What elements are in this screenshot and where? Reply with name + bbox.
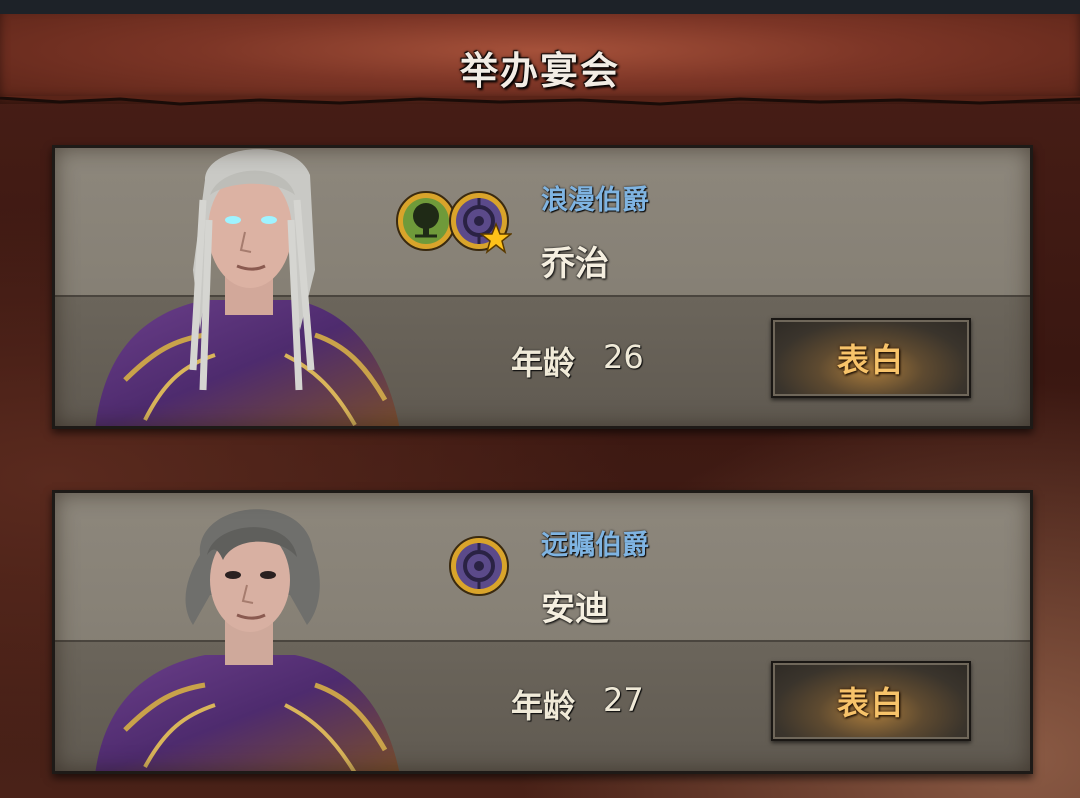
age-value: 27 [603, 681, 644, 719]
top-strip [0, 0, 1080, 14]
confess-button[interactable]: 表白 [771, 661, 971, 741]
banquet-screen: 举办宴会 浪漫伯爵 乔治 年龄 26 表白 远瞩伯爵 安迪 年龄 27 表白 [0, 0, 1080, 798]
suitor-name: 安迪 [541, 589, 609, 629]
star-icon [480, 222, 512, 254]
header-torn-edge [0, 96, 1080, 106]
suitor-rank-title: 浪漫伯爵 [541, 185, 649, 216]
suitor-portrait-george [95, 149, 400, 426]
confess-button-label: 表白 [836, 341, 905, 379]
suitor-rank-title: 远瞩伯爵 [541, 530, 649, 561]
header-banner: 举办宴会 [0, 14, 1080, 104]
age-value: 26 [603, 338, 644, 376]
suitor-name: 乔治 [541, 244, 609, 284]
suitor-portrait-andy [95, 509, 400, 771]
eye-sigil-icon [449, 536, 509, 596]
page-title: 举办宴会 [459, 49, 620, 93]
age-label: 年龄 [511, 687, 576, 725]
age-label: 年龄 [511, 344, 576, 382]
suitor-card: 浪漫伯爵 乔治 年龄 26 表白 [52, 145, 1033, 429]
suitor-card: 远瞩伯爵 安迪 年龄 27 表白 [52, 490, 1033, 774]
confess-button[interactable]: 表白 [771, 318, 971, 398]
confess-button-label: 表白 [836, 684, 905, 722]
